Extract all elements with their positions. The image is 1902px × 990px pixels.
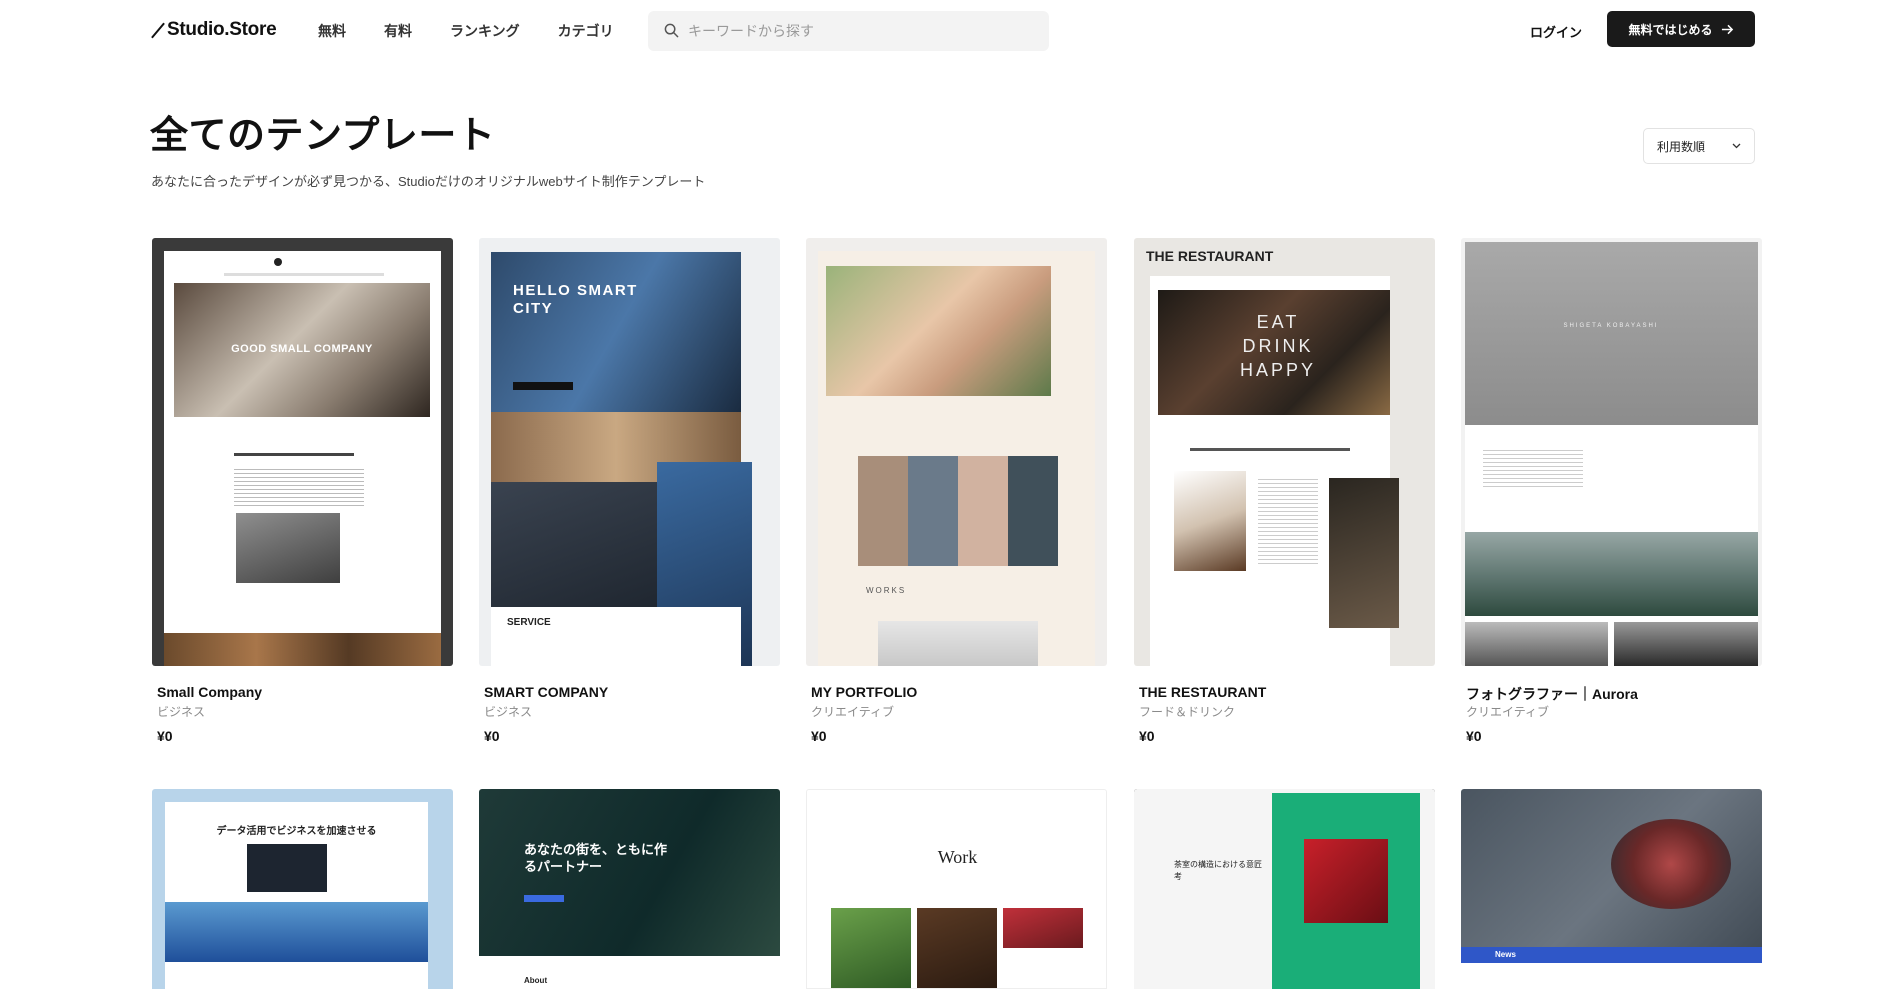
search-box xyxy=(648,11,1049,51)
template-category: フード＆ドリンク xyxy=(1139,705,1236,719)
main-nav: 無料 有料 ランキング カテゴリ xyxy=(318,21,652,41)
template-title: Small Company xyxy=(157,684,263,700)
preview-nav xyxy=(224,273,384,276)
template-thumbnail[interactable]: GOOD SMALL COMPANY xyxy=(152,238,453,666)
preview-page: 茶室の構造における意匠考 xyxy=(1134,789,1435,989)
preview-dish-image xyxy=(1611,819,1731,909)
page-title: 全てのテンプレート xyxy=(150,115,496,157)
preview-heading xyxy=(1190,448,1350,451)
template-thumbnail[interactable]: HELLO SMART CITY SERVICE xyxy=(479,238,780,666)
nav-ranking[interactable]: ランキング xyxy=(450,21,520,41)
template-price: ¥0 xyxy=(1139,728,1155,744)
nav-paid[interactable]: 有料 xyxy=(384,21,412,41)
preview-hero-image: EAT DRINK HAPPY xyxy=(1158,290,1390,415)
page-subtitle: あなたに合ったデザインが必ず見つかる、Studioだけのオリジナルwebサイト制… xyxy=(151,174,706,189)
preview-hero-text: EAT DRINK HAPPY xyxy=(1239,312,1317,380)
template-thumbnail[interactable]: 茶室の構造における意匠考 xyxy=(1134,789,1435,989)
chevron-down-icon xyxy=(1732,143,1741,149)
preview-body-text xyxy=(1258,476,1318,566)
preview-news-bar: News xyxy=(1461,947,1762,963)
preview-photo-1 xyxy=(831,908,911,988)
preview-footer xyxy=(1461,963,1762,989)
preview-hero-text: HELLO SMART CITY xyxy=(513,282,638,317)
preview-hero-image xyxy=(826,266,1051,396)
sort-select[interactable]: 利用数順 xyxy=(1643,128,1755,164)
preview-photo-2 xyxy=(917,908,997,988)
preview-hero-text: Work xyxy=(937,847,978,867)
preview-photo-left xyxy=(1465,622,1608,666)
preview-photo xyxy=(236,513,340,583)
signup-button[interactable]: 無料ではじめる xyxy=(1607,11,1755,47)
preview-page: GOOD SMALL COMPANY xyxy=(164,251,441,666)
site-logo[interactable]: Studio.Store xyxy=(151,19,277,41)
preview-mobile xyxy=(1329,478,1399,628)
preview-about-label: About xyxy=(524,976,548,985)
preview-hero-text: SHIGETA KOBAYASHI xyxy=(1563,323,1659,329)
template-price: ¥0 xyxy=(811,728,827,744)
template-title: SMART COMPANY xyxy=(484,684,609,700)
logo-slash-icon xyxy=(151,22,165,38)
preview-works-label: WORKS xyxy=(866,586,907,595)
preview-page: SHIGETA KOBAYASHI xyxy=(1465,242,1758,666)
logo-text: Studio.Store xyxy=(167,19,277,40)
preview-hero-image: HELLO SMART CITY xyxy=(491,252,741,412)
template-category: クリエイティブ xyxy=(1466,705,1550,719)
template-category: クリエイティブ xyxy=(811,705,895,719)
template-title: フォトグラファー｜Aurora xyxy=(1466,686,1638,702)
template-title: THE RESTAURANT xyxy=(1139,684,1267,700)
preview-wave xyxy=(165,902,428,962)
preview-dashboard xyxy=(247,844,327,892)
preview-hero-text: 茶室の構造における意匠考 xyxy=(1174,860,1262,881)
preview-footer-image xyxy=(164,633,441,666)
signup-button-label: 無料ではじめる xyxy=(1628,22,1713,37)
template-thumbnail[interactable]: News xyxy=(1461,789,1762,989)
preview-portrait xyxy=(1304,839,1388,923)
preview-hero-image: GOOD SMALL COMPANY xyxy=(174,283,430,417)
preview-dish-image xyxy=(1174,471,1246,571)
template-price: ¥0 xyxy=(484,728,500,744)
template-thumbnail[interactable]: WORKS xyxy=(806,238,1107,666)
preview-button xyxy=(513,382,573,390)
site-header: Studio.Store 無料 有料 ランキング カテゴリ ログイン 無料ではじ… xyxy=(0,0,1902,62)
search-input[interactable] xyxy=(688,11,1038,51)
preview-body-text xyxy=(234,466,364,506)
sort-label: 利用数順 xyxy=(1657,139,1706,154)
preview-hero-text: GOOD SMALL COMPANY xyxy=(231,343,373,355)
nav-category[interactable]: カテゴリ xyxy=(558,21,614,41)
template-thumbnail[interactable]: あなたの街を、ともに作るパートナー About xyxy=(479,789,780,989)
template-price: ¥0 xyxy=(157,728,173,744)
preview-hero-text: あなたの街を、ともに作るパートナー xyxy=(524,842,668,874)
preview-photo-right xyxy=(1614,622,1758,666)
preview-hero-image: あなたの街を、ともに作るパートナー xyxy=(479,789,780,956)
login-link[interactable]: ログイン xyxy=(1530,22,1582,41)
template-thumbnail[interactable]: Work xyxy=(806,789,1107,989)
preview-landscape-image xyxy=(1465,532,1758,616)
preview-button xyxy=(524,895,564,902)
preview-hero-text: データ活用でビジネスを加速させる xyxy=(216,826,377,837)
template-thumbnail[interactable]: データ活用でビジネスを加速させる xyxy=(152,789,453,989)
preview-service: SERVICE xyxy=(491,607,741,666)
template-title: MY PORTFOLIO xyxy=(811,684,918,700)
template-category: ビジネス xyxy=(157,705,206,719)
preview-page: データ活用でビジネスを加速させる xyxy=(165,802,428,989)
preview-work-image xyxy=(878,621,1038,666)
preview-service-label: SERVICE xyxy=(507,617,551,628)
preview-green-block xyxy=(1272,793,1420,989)
preview-logo-icon xyxy=(274,258,282,266)
template-category: ビジネス xyxy=(484,705,533,719)
preview-photo-3 xyxy=(1003,908,1083,948)
template-thumbnail[interactable]: THE RESTAURANT EAT DRINK HAPPY xyxy=(1134,238,1435,666)
preview-news-label: News xyxy=(1495,950,1516,959)
template-thumbnail[interactable]: SHIGETA KOBAYASHI xyxy=(1461,238,1762,666)
preview-body-text xyxy=(1483,447,1583,487)
arrow-right-icon xyxy=(1721,24,1733,34)
preview-hero-image: SHIGETA KOBAYASHI xyxy=(1465,242,1758,425)
preview-page: WORKS xyxy=(818,251,1095,666)
preview-heading xyxy=(234,453,354,456)
nav-free[interactable]: 無料 xyxy=(318,21,346,41)
preview-brand: THE RESTAURANT xyxy=(1146,248,1274,264)
search-icon xyxy=(664,23,679,38)
template-price: ¥0 xyxy=(1466,728,1482,744)
preview-gallery xyxy=(858,456,1058,566)
